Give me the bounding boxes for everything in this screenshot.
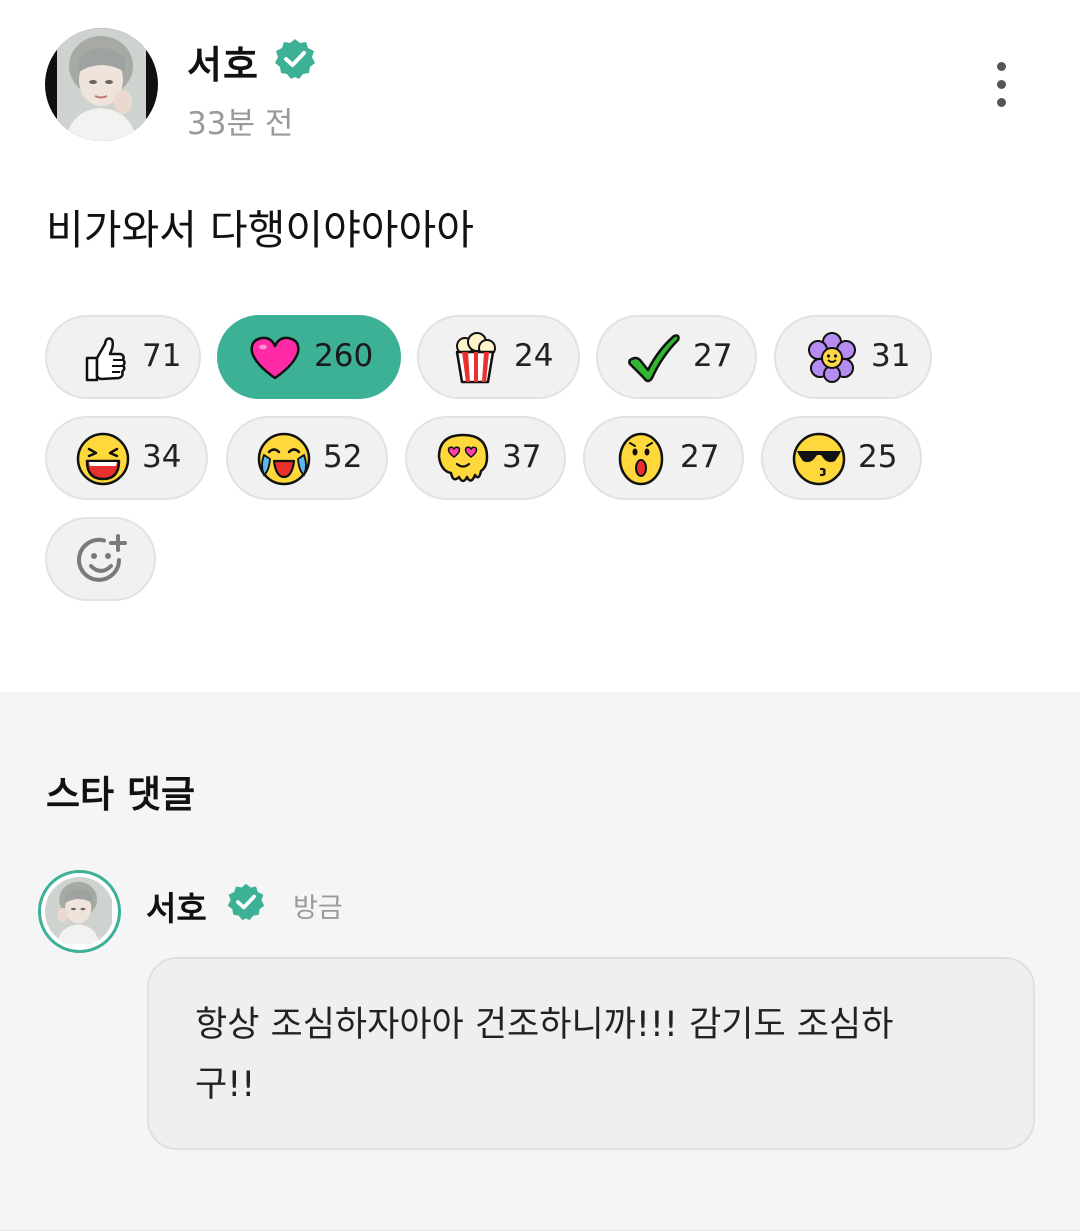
reaction-flower[interactable]: 31 <box>774 315 932 399</box>
post-text: 비가와서 다행이야아아아 <box>46 206 474 254</box>
add-emoji-icon <box>77 534 127 582</box>
reaction-crying-laughing[interactable]: 52 <box>226 416 388 500</box>
add-reaction-button[interactable] <box>45 517 156 601</box>
checkmark-icon <box>628 334 680 383</box>
reaction-count: 52 <box>323 439 363 475</box>
reaction-count: 31 <box>871 338 911 374</box>
reaction-count: 37 <box>502 439 542 475</box>
reaction-heart-eyes[interactable]: 37 <box>405 416 566 500</box>
author-avatar[interactable] <box>45 28 158 141</box>
popcorn-icon <box>455 332 496 384</box>
post-time: 33분 전 <box>187 106 294 142</box>
reaction-count: 27 <box>680 439 720 475</box>
comment-author-name[interactable]: 서호 <box>146 882 207 930</box>
reaction-surprised[interactable]: 27 <box>583 416 744 500</box>
crying-laughing-face-icon <box>257 432 311 486</box>
reaction-popcorn[interactable]: 24 <box>417 315 580 399</box>
comment-bubble[interactable]: 항상 조심하자아아 건조하니까!!! 감기도 조심하 구!! <box>147 957 1035 1150</box>
sunglasses-kiss-face-icon <box>792 432 846 486</box>
verified-badge-icon <box>227 883 265 921</box>
reaction-count: 34 <box>142 439 182 475</box>
more-options-button[interactable] <box>985 60 1019 110</box>
heart-eyes-melting-face-icon <box>437 433 489 483</box>
section-title: 스타 댓글 <box>46 773 196 816</box>
author-name[interactable]: 서호 <box>187 34 259 89</box>
reaction-count: 27 <box>693 338 733 374</box>
laughing-face-icon <box>76 432 130 486</box>
comment-time: 방금 <box>293 893 343 924</box>
post-card: 서호 33분 전 비가와서 다행이야아아아 71 260 24 27 31 34… <box>0 0 1080 692</box>
reaction-count: 25 <box>858 439 898 475</box>
star-comments-section: 스타 댓글 서호 방금 항상 조심하자아아 건조하니까!!! 감기도 조심하 구… <box>0 692 1080 1231</box>
reaction-count: 24 <box>514 338 554 374</box>
reaction-thumbs-up[interactable]: 71 <box>45 315 201 399</box>
reaction-laughing[interactable]: 34 <box>45 416 208 500</box>
reaction-count: 260 <box>314 338 374 374</box>
reaction-sunglasses-kiss[interactable]: 25 <box>761 416 922 500</box>
comment-author-avatar[interactable] <box>38 870 121 953</box>
heart-icon <box>250 336 300 380</box>
reaction-count: 71 <box>142 338 182 374</box>
comment-text-line: 구!! <box>195 1065 256 1105</box>
surprised-face-icon <box>618 432 664 486</box>
verified-badge-icon <box>275 39 315 79</box>
reaction-heart[interactable]: 260 <box>217 315 401 399</box>
comment-text-line: 항상 조심하자아아 건조하니까!!! 감기도 조심하 <box>195 1005 894 1045</box>
thumbs-up-icon <box>85 337 126 382</box>
reaction-checkmark[interactable]: 27 <box>596 315 757 399</box>
flower-icon <box>808 332 856 383</box>
